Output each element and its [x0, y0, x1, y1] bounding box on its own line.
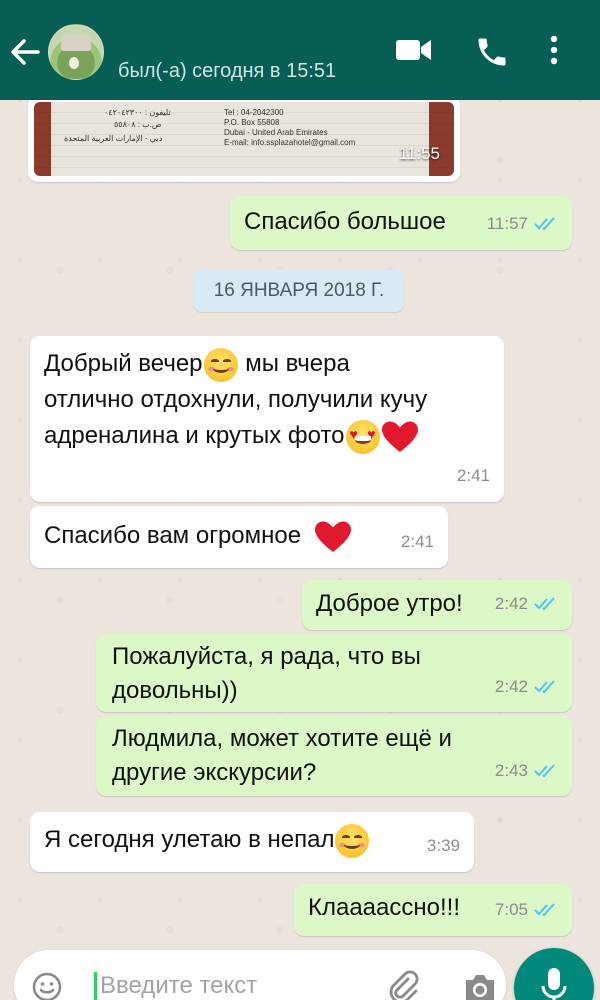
card-line: P.O. Box 55808: [224, 118, 280, 127]
card-arabic-line: ص.ب : ٥٥٨٠٨: [114, 120, 162, 129]
message-text: Людмила, может хотите ещё и другие экску…: [112, 725, 452, 786]
message-incoming[interactable]: Я сегодня улетаю в непал 3:39: [30, 812, 474, 872]
read-receipt-icon: [534, 680, 555, 694]
message-input[interactable]: [100, 966, 360, 1000]
arrow-back-icon[interactable]: [10, 38, 46, 68]
message-time: 2:43: [494, 761, 528, 780]
paperclip-icon[interactable]: [386, 970, 420, 1000]
message-composer: [14, 950, 506, 1000]
message-incoming[interactable]: Спасибо вам огромное 2:41: [30, 506, 448, 568]
business-card-photo[interactable]: تليفون : ٠٤٢٠٤٢٣٠٠ ص.ب : ٥٥٨٠٨ دبي - الإ…: [34, 102, 454, 176]
message-time: 2:41: [456, 466, 490, 485]
message-meta: 2:43: [495, 754, 558, 788]
card-arabic-line: تليفون : ٠٤٢٠٤٢٣٠٠: [104, 108, 171, 117]
message-text: Спасибо вам огромное: [44, 522, 302, 549]
card-line: Dubai - United Arab Emirates: [224, 128, 328, 137]
message-text: Спасибо большое: [244, 208, 446, 235]
smiling-face-emoji-icon: [203, 347, 238, 382]
read-receipt-icon: [534, 903, 555, 917]
message-time: 2:42: [494, 594, 528, 613]
message-meta: 3:39: [427, 828, 460, 864]
message-outgoing[interactable]: Спасибо большое 11:57: [230, 196, 572, 250]
message-outgoing[interactable]: Пожалуйста, я рада, что вы довольны)) 2:…: [96, 634, 572, 712]
message-time: 11:55: [398, 144, 440, 163]
text-caret: [94, 972, 97, 1000]
message-text: Доброе утро!: [316, 590, 463, 617]
image-message[interactable]: تليفون : ٠٤٢٠٤٢٣٠٠ ص.ب : ٥٥٨٠٨ دبي - الإ…: [28, 96, 460, 182]
more-vert-icon[interactable]: [548, 34, 576, 70]
card-line: E-mail: info.ssplazahotel@gmail.com: [224, 138, 356, 147]
message-time: 7:05: [494, 900, 528, 919]
smiling-face-emoji-icon: [335, 823, 370, 858]
mic-icon: [541, 968, 567, 1000]
message-text: Клаааассно!!!: [308, 894, 460, 921]
message-text: Добрый вечер мы вчера отлично отдохнули,…: [44, 346, 490, 454]
card-line: Tel : 04-2042300: [224, 108, 284, 117]
read-receipt-icon: [534, 217, 555, 231]
heart-eyes-emoji-icon: ♥ ♥: [345, 419, 380, 454]
message-time: 2:41: [400, 532, 434, 551]
message-outgoing[interactable]: Людмила, может хотите ещё и другие экску…: [96, 716, 572, 796]
card-arabic-line: دبي - الإمارات العربية المتحدة: [64, 134, 163, 143]
message-meta: 2:42: [495, 670, 558, 704]
message-incoming[interactable]: Добрый вечер мы вчера отлично отдохнули,…: [30, 336, 504, 502]
read-receipt-icon: [534, 764, 555, 778]
contact-avatar[interactable]: [48, 24, 104, 80]
message-meta: 2:41: [457, 458, 490, 494]
phone-icon[interactable]: [474, 34, 514, 70]
camera-icon[interactable]: [462, 972, 498, 1000]
red-heart-emoji-icon: [381, 421, 418, 452]
contact-last-seen: был(-а) сегодня в 15:51: [118, 60, 337, 82]
message-meta: 2:42: [495, 586, 558, 622]
red-heart-emoji-icon: [314, 521, 351, 552]
message-text: Пожалуйста, я рада, что вы довольны)): [112, 643, 421, 704]
message-outgoing[interactable]: Клаааассно!!! 7:05: [294, 884, 572, 936]
message-time: 2:42: [494, 677, 528, 696]
message-time: 11:57: [486, 214, 528, 233]
message-text: Я сегодня улетаю в непал: [44, 826, 335, 853]
date-separator: 16 ЯНВАРЯ 2018 Г.: [194, 270, 404, 312]
message-outgoing[interactable]: Доброе утро! 2:42: [302, 580, 572, 630]
message-meta: 11:57: [487, 206, 558, 242]
message-time: 3:39: [426, 836, 460, 855]
read-receipt-icon: [534, 597, 555, 611]
message-meta: 2:41: [401, 524, 434, 560]
message-meta: 7:05: [495, 892, 558, 928]
smiley-icon[interactable]: [32, 972, 62, 1000]
videocam-icon[interactable]: [394, 34, 434, 70]
chat-header: был(-а) сегодня в 15:51: [0, 0, 600, 100]
